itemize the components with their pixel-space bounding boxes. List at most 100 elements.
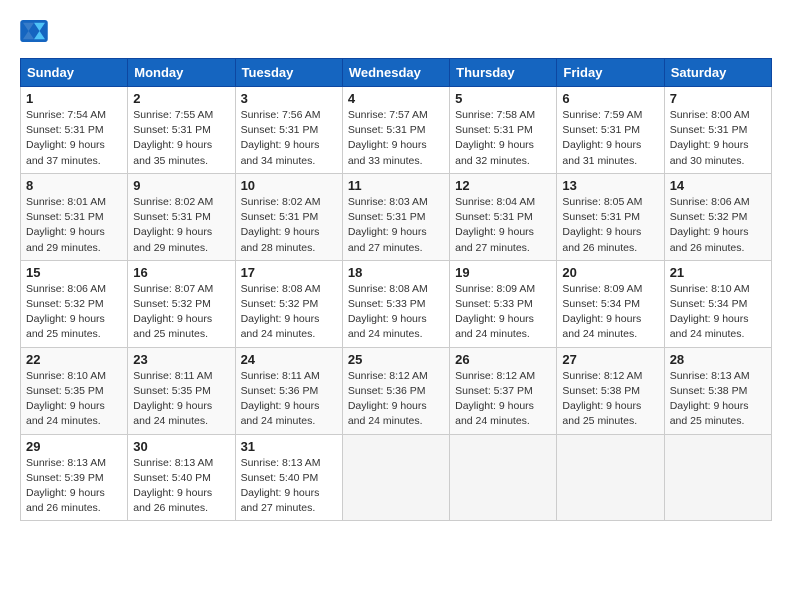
column-header-thursday: Thursday: [450, 59, 557, 87]
day-detail: Sunrise: 8:07 AMSunset: 5:32 PMDaylight:…: [133, 282, 229, 343]
day-number: 4: [348, 91, 444, 106]
day-detail: Sunrise: 8:11 AMSunset: 5:36 PMDaylight:…: [241, 369, 337, 430]
calendar-cell: 12 Sunrise: 8:04 AMSunset: 5:31 PMDayligh…: [450, 173, 557, 260]
day-detail: Sunrise: 8:06 AMSunset: 5:32 PMDaylight:…: [670, 195, 766, 256]
calendar-cell: [342, 434, 449, 521]
day-detail: Sunrise: 7:57 AMSunset: 5:31 PMDaylight:…: [348, 108, 444, 169]
day-detail: Sunrise: 8:12 AMSunset: 5:36 PMDaylight:…: [348, 369, 444, 430]
calendar-cell: 27 Sunrise: 8:12 AMSunset: 5:38 PMDayligh…: [557, 347, 664, 434]
calendar-cell: 18 Sunrise: 8:08 AMSunset: 5:33 PMDayligh…: [342, 260, 449, 347]
calendar-cell: [557, 434, 664, 521]
calendar-cell: [450, 434, 557, 521]
calendar-cell: 26 Sunrise: 8:12 AMSunset: 5:37 PMDayligh…: [450, 347, 557, 434]
day-number: 18: [348, 265, 444, 280]
day-number: 10: [241, 178, 337, 193]
calendar-cell: 16 Sunrise: 8:07 AMSunset: 5:32 PMDayligh…: [128, 260, 235, 347]
calendar-cell: 6Sunrise: 7:59 AMSunset: 5:31 PMDaylight…: [557, 87, 664, 174]
calendar-cell: 21Sunrise: 8:10 AMSunset: 5:34 PMDayligh…: [664, 260, 771, 347]
day-detail: Sunrise: 8:02 AMSunset: 5:31 PMDaylight:…: [133, 195, 229, 256]
day-detail: Sunrise: 8:12 AMSunset: 5:38 PMDaylight:…: [562, 369, 658, 430]
day-detail: Sunrise: 7:55 AMSunset: 5:31 PMDaylight:…: [133, 108, 229, 169]
day-detail: Sunrise: 8:06 AMSunset: 5:32 PMDaylight:…: [26, 282, 122, 343]
calendar-cell: [664, 434, 771, 521]
calendar-cell: 13Sunrise: 8:05 AMSunset: 5:31 PMDayligh…: [557, 173, 664, 260]
day-number: 13: [562, 178, 658, 193]
day-detail: Sunrise: 8:13 AMSunset: 5:40 PMDaylight:…: [133, 456, 229, 517]
calendar-cell: 24 Sunrise: 8:11 AMSunset: 5:36 PMDayligh…: [235, 347, 342, 434]
day-number: 30: [133, 439, 229, 454]
column-header-monday: Monday: [128, 59, 235, 87]
column-header-saturday: Saturday: [664, 59, 771, 87]
day-number: 25: [348, 352, 444, 367]
day-detail: Sunrise: 8:01 AMSunset: 5:31 PMDaylight:…: [26, 195, 122, 256]
calendar-cell: 8 Sunrise: 8:01 AMSunset: 5:31 PMDaylight…: [21, 173, 128, 260]
day-detail: Sunrise: 7:59 AMSunset: 5:31 PMDaylight:…: [562, 108, 658, 169]
column-header-friday: Friday: [557, 59, 664, 87]
day-number: 5: [455, 91, 551, 106]
calendar-cell: 5 Sunrise: 7:58 AMSunset: 5:31 PMDaylight…: [450, 87, 557, 174]
day-number: 17: [241, 265, 337, 280]
day-detail: Sunrise: 8:11 AMSunset: 5:35 PMDaylight:…: [133, 369, 229, 430]
column-header-sunday: Sunday: [21, 59, 128, 87]
day-number: 24: [241, 352, 337, 367]
calendar-cell: 17 Sunrise: 8:08 AMSunset: 5:32 PMDayligh…: [235, 260, 342, 347]
calendar-table: SundayMondayTuesdayWednesdayThursdayFrid…: [20, 58, 772, 521]
day-detail: Sunrise: 7:56 AMSunset: 5:31 PMDaylight:…: [241, 108, 337, 169]
page-header: [20, 20, 772, 42]
day-number: 22: [26, 352, 122, 367]
logo-icon: [20, 20, 48, 42]
day-number: 2: [133, 91, 229, 106]
calendar-cell: 3 Sunrise: 7:56 AMSunset: 5:31 PMDaylight…: [235, 87, 342, 174]
day-detail: Sunrise: 8:09 AMSunset: 5:33 PMDaylight:…: [455, 282, 551, 343]
calendar-cell: 4 Sunrise: 7:57 AMSunset: 5:31 PMDaylight…: [342, 87, 449, 174]
day-detail: Sunrise: 8:08 AMSunset: 5:33 PMDaylight:…: [348, 282, 444, 343]
day-detail: Sunrise: 8:03 AMSunset: 5:31 PMDaylight:…: [348, 195, 444, 256]
calendar-cell: 31 Sunrise: 8:13 AMSunset: 5:40 PMDayligh…: [235, 434, 342, 521]
calendar-cell: 23 Sunrise: 8:11 AMSunset: 5:35 PMDayligh…: [128, 347, 235, 434]
calendar-cell: 30 Sunrise: 8:13 AMSunset: 5:40 PMDayligh…: [128, 434, 235, 521]
day-number: 14: [670, 178, 766, 193]
day-detail: Sunrise: 8:09 AMSunset: 5:34 PMDaylight:…: [562, 282, 658, 343]
calendar-cell: 14 Sunrise: 8:06 AMSunset: 5:32 PMDayligh…: [664, 173, 771, 260]
day-number: 11: [348, 178, 444, 193]
calendar-cell: 1 Sunrise: 7:54 AMSunset: 5:31 PMDaylight…: [21, 87, 128, 174]
day-number: 29: [26, 439, 122, 454]
day-detail: Sunrise: 8:04 AMSunset: 5:31 PMDaylight:…: [455, 195, 551, 256]
day-number: 15: [26, 265, 122, 280]
day-number: 26: [455, 352, 551, 367]
calendar-cell: 20 Sunrise: 8:09 AMSunset: 5:34 PMDayligh…: [557, 260, 664, 347]
day-detail: Sunrise: 8:13 AMSunset: 5:40 PMDaylight:…: [241, 456, 337, 517]
logo: [20, 20, 52, 42]
calendar-cell: 11 Sunrise: 8:03 AMSunset: 5:31 PMDayligh…: [342, 173, 449, 260]
calendar-cell: 29Sunrise: 8:13 AMSunset: 5:39 PMDayligh…: [21, 434, 128, 521]
calendar-cell: 10Sunrise: 8:02 AMSunset: 5:31 PMDayligh…: [235, 173, 342, 260]
day-number: 12: [455, 178, 551, 193]
day-number: 1: [26, 91, 122, 106]
calendar-cell: 2 Sunrise: 7:55 AMSunset: 5:31 PMDaylight…: [128, 87, 235, 174]
day-number: 21: [670, 265, 766, 280]
day-detail: Sunrise: 8:12 AMSunset: 5:37 PMDaylight:…: [455, 369, 551, 430]
day-detail: Sunrise: 8:10 AMSunset: 5:35 PMDaylight:…: [26, 369, 122, 430]
calendar-cell: 9 Sunrise: 8:02 AMSunset: 5:31 PMDaylight…: [128, 173, 235, 260]
calendar-cell: 25 Sunrise: 8:12 AMSunset: 5:36 PMDayligh…: [342, 347, 449, 434]
day-detail: Sunrise: 7:58 AMSunset: 5:31 PMDaylight:…: [455, 108, 551, 169]
column-header-wednesday: Wednesday: [342, 59, 449, 87]
day-number: 20: [562, 265, 658, 280]
day-detail: Sunrise: 7:54 AMSunset: 5:31 PMDaylight:…: [26, 108, 122, 169]
day-number: 9: [133, 178, 229, 193]
day-number: 19: [455, 265, 551, 280]
day-detail: Sunrise: 8:08 AMSunset: 5:32 PMDaylight:…: [241, 282, 337, 343]
calendar-cell: 22 Sunrise: 8:10 AMSunset: 5:35 PMDayligh…: [21, 347, 128, 434]
day-detail: Sunrise: 8:00 AMSunset: 5:31 PMDaylight:…: [670, 108, 766, 169]
column-header-tuesday: Tuesday: [235, 59, 342, 87]
day-number: 28: [670, 352, 766, 367]
day-number: 7: [670, 91, 766, 106]
day-number: 16: [133, 265, 229, 280]
day-number: 27: [562, 352, 658, 367]
day-number: 8: [26, 178, 122, 193]
day-number: 3: [241, 91, 337, 106]
calendar-cell: 28 Sunrise: 8:13 AMSunset: 5:38 PMDayligh…: [664, 347, 771, 434]
day-detail: Sunrise: 8:13 AMSunset: 5:38 PMDaylight:…: [670, 369, 766, 430]
day-number: 31: [241, 439, 337, 454]
day-number: 23: [133, 352, 229, 367]
